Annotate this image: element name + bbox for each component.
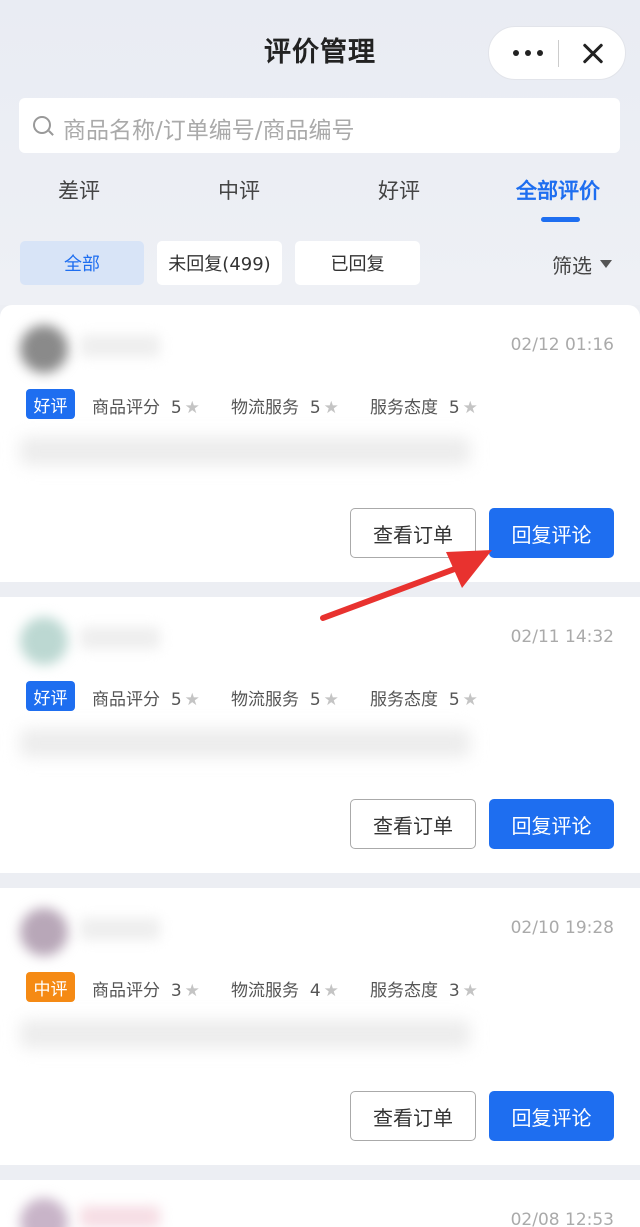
arrow-shaft xyxy=(320,564,463,621)
annotation-arrow xyxy=(320,550,492,621)
